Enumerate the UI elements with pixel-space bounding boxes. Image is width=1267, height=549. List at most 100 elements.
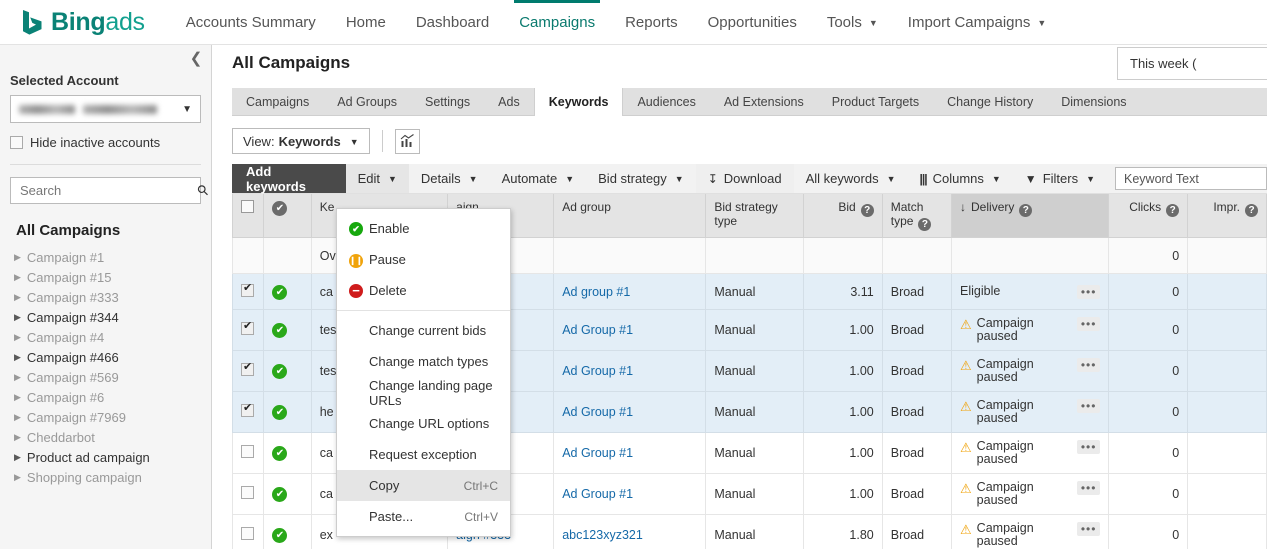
tab-product-targets[interactable]: Product Targets [818, 88, 933, 115]
expand-triangle-icon[interactable]: ▶ [14, 312, 21, 323]
column-header-impr[interactable]: Impr.? [1187, 194, 1267, 238]
adgroup-link[interactable]: Ad group #1 [562, 285, 630, 299]
account-select[interactable]: ▼ [10, 95, 201, 123]
chart-toggle-button[interactable] [394, 128, 420, 154]
menu-item-pause[interactable]: ❙❙ Pause [337, 244, 510, 275]
campaign-tree-item[interactable]: ▶ Campaign #15 [10, 267, 201, 287]
select-all-checkbox[interactable] [241, 200, 254, 213]
nav-item-opportunities[interactable]: Opportunities [693, 0, 812, 45]
campaign-tree-item[interactable]: ▶ Shopping campaign [10, 467, 201, 487]
adgroup-link[interactable]: Ad Group #1 [562, 487, 633, 501]
help-icon[interactable]: ? [918, 218, 932, 231]
keyword-enabled-icon[interactable]: ✔ [272, 528, 288, 543]
filters-button[interactable]: ▼ Filters ▼ [1013, 164, 1107, 193]
keyword-enabled-icon[interactable]: ✔ [272, 487, 288, 502]
expand-triangle-icon[interactable]: ▶ [14, 252, 21, 263]
adgroup-link[interactable]: Ad Group #1 [562, 364, 633, 378]
row-more-actions-button[interactable]: ••• [1076, 317, 1101, 331]
menu-item-change-url-options[interactable]: Change URL options [337, 408, 510, 439]
column-header-match[interactable]: Match type? [881, 194, 953, 238]
bing-ads-logo[interactable]: Bingads [0, 8, 171, 37]
row-more-actions-button[interactable]: ••• [1076, 358, 1101, 372]
campaign-tree-item[interactable]: ▶ Campaign #1 [10, 247, 201, 267]
keyword-text-search-box[interactable]: ⚲ [1115, 167, 1267, 190]
campaign-tree-item[interactable]: ▶ Campaign #466 [10, 347, 201, 367]
help-icon[interactable]: ? [1019, 204, 1033, 217]
column-header-check[interactable] [231, 194, 265, 238]
expand-triangle-icon[interactable]: ▶ [14, 412, 21, 423]
adgroup-link[interactable]: Ad Group #1 [562, 446, 633, 460]
expand-triangle-icon[interactable]: ▶ [14, 392, 21, 403]
menu-item-paste[interactable]: Paste... Ctrl+V [337, 501, 510, 532]
keyword-enabled-icon[interactable]: ✔ [272, 446, 288, 461]
row-select-checkbox[interactable] [241, 360, 254, 376]
bid-strategy-menu-button[interactable]: Bid strategy ▼ [586, 164, 696, 193]
adgroup-link[interactable]: Ad Group #1 [562, 323, 633, 337]
tab-ad-extensions[interactable]: Ad Extensions [710, 88, 818, 115]
help-icon[interactable]: ? [1166, 204, 1180, 217]
row-select-checkbox[interactable] [241, 401, 254, 417]
column-header-delivery[interactable]: ↓ Delivery? [951, 194, 1110, 238]
tab-dimensions[interactable]: Dimensions [1047, 88, 1140, 115]
nav-item-campaigns[interactable]: Campaigns [504, 0, 610, 45]
row-select-checkbox[interactable] [241, 486, 254, 499]
menu-item-change-current-bids[interactable]: Change current bids [337, 315, 510, 346]
menu-item-request-exception[interactable]: Request exception [337, 439, 510, 470]
column-header-status[interactable]: ✔ [263, 194, 312, 238]
automate-menu-button[interactable]: Automate ▼ [490, 164, 587, 193]
nav-item-reports[interactable]: Reports [610, 0, 693, 45]
status-column-icon[interactable]: ✔ [272, 201, 288, 216]
tab-settings[interactable]: Settings [411, 88, 484, 115]
column-header-bidstrat[interactable]: Bid strategy type [705, 194, 805, 238]
nav-item-import-campaigns[interactable]: Import Campaigns ▼ [893, 0, 1061, 45]
campaign-tree-item[interactable]: ▶ Campaign #7969 [10, 407, 201, 427]
nav-item-dashboard[interactable]: Dashboard [401, 0, 504, 45]
row-more-actions-button[interactable]: ••• [1076, 481, 1101, 495]
menu-item-copy[interactable]: Copy Ctrl+C [337, 470, 510, 501]
details-menu-button[interactable]: Details ▼ [409, 164, 490, 193]
row-more-actions-button[interactable]: ••• [1076, 399, 1101, 413]
expand-triangle-icon[interactable]: ▶ [14, 372, 21, 383]
tab-ad-groups[interactable]: Ad Groups [323, 88, 411, 115]
row-select-checkbox[interactable] [241, 445, 254, 458]
adgroup-link[interactable]: abc123xyz321 [562, 528, 643, 542]
menu-item-change-match-types[interactable]: Change match types [337, 346, 510, 377]
expand-triangle-icon[interactable]: ▶ [14, 452, 21, 463]
nav-item-accounts-summary[interactable]: Accounts Summary [171, 0, 331, 45]
menu-item-change-landing-page-urls[interactable]: Change landing page URLs [337, 377, 510, 408]
help-icon[interactable]: ? [860, 204, 874, 217]
download-button[interactable]: ↧ Download [695, 164, 794, 193]
date-range-selector[interactable]: This week ( [1117, 47, 1267, 80]
campaign-tree-item[interactable]: ▶ Product ad campaign [10, 447, 201, 467]
tab-campaigns[interactable]: Campaigns [232, 88, 323, 115]
column-header-bid[interactable]: Bid? [803, 194, 883, 238]
tab-keywords[interactable]: Keywords [533, 88, 624, 116]
columns-button[interactable]: ||| Columns ▼ [908, 164, 1013, 193]
adgroup-link[interactable]: Ad Group #1 [562, 405, 633, 419]
menu-item-enable[interactable]: ✔ Enable [337, 213, 510, 244]
row-more-actions-button[interactable]: ••• [1076, 440, 1101, 454]
row-select-checkbox[interactable] [241, 527, 254, 540]
expand-triangle-icon[interactable]: ▶ [14, 432, 21, 443]
keyword-text-search-input[interactable] [1122, 170, 1267, 187]
campaign-tree-item[interactable]: ▶ Campaign #6 [10, 387, 201, 407]
tab-ads[interactable]: Ads [484, 88, 534, 115]
tab-change-history[interactable]: Change History [933, 88, 1047, 115]
nav-item-home[interactable]: Home [331, 0, 401, 45]
campaign-tree-item[interactable]: ▶ Cheddarbot [10, 427, 201, 447]
tab-audiences[interactable]: Audiences [623, 88, 709, 115]
nav-item-tools[interactable]: Tools ▼ [812, 0, 893, 45]
menu-item-delete[interactable]: − Delete [337, 275, 510, 306]
column-header-adgroup[interactable]: Ad group [553, 194, 707, 238]
column-header-clicks[interactable]: Clicks? [1108, 194, 1189, 238]
campaign-tree-item[interactable]: ▶ Campaign #4 [10, 327, 201, 347]
keyword-enabled-icon[interactable]: ✔ [272, 405, 288, 420]
campaign-tree-item[interactable]: ▶ Campaign #344 [10, 307, 201, 327]
sidebar-collapse-icon[interactable]: ❮ [187, 50, 205, 68]
row-more-actions-button[interactable]: ••• [1076, 522, 1101, 536]
campaign-tree-item[interactable]: ▶ Campaign #569 [10, 367, 201, 387]
expand-triangle-icon[interactable]: ▶ [14, 272, 21, 283]
expand-triangle-icon[interactable]: ▶ [14, 352, 21, 363]
keyword-enabled-icon[interactable]: ✔ [272, 364, 288, 379]
row-select-checkbox[interactable] [241, 319, 254, 335]
